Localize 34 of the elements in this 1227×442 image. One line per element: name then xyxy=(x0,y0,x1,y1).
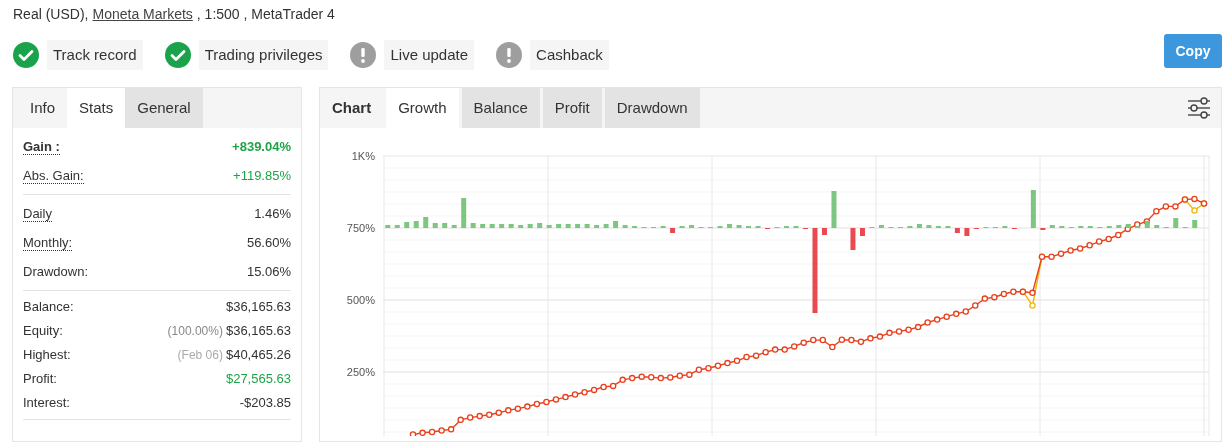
stat-value: $36,165.63 xyxy=(225,298,291,317)
axis-label: 250% xyxy=(346,366,375,379)
stat-value: $36,165.63 xyxy=(225,322,291,341)
axis-label: 1K% xyxy=(351,150,375,162)
stat-label: Highest: xyxy=(23,346,71,365)
stat-label: Gain : xyxy=(23,138,60,155)
panel-title: Chart xyxy=(331,97,373,118)
badge-label: Live update xyxy=(384,39,475,71)
stat-value: 56.60% xyxy=(246,233,291,252)
panel-title: Info xyxy=(29,97,57,118)
stat-label: Equity: xyxy=(23,322,63,341)
stat-value: 15.06% xyxy=(246,262,291,281)
stat-label: Daily xyxy=(23,205,52,222)
axis-label: 500% xyxy=(346,294,375,307)
badge-label: Cashback xyxy=(530,39,609,71)
stat-value: $27,565.63 xyxy=(225,370,291,389)
stat-value: -$203.85 xyxy=(239,394,291,413)
stat-label: Interest: xyxy=(23,394,70,413)
account-details: , 1:500 , MetaTrader 4 xyxy=(196,4,335,24)
account-type: Real (USD), xyxy=(13,4,89,24)
badge-label: Trading privileges xyxy=(198,39,329,71)
stat-label: Profit: xyxy=(23,370,57,389)
stat-note: (Feb 06) xyxy=(177,347,223,364)
stat-note: (100.00%) xyxy=(167,323,223,340)
stat-value: 1.46% xyxy=(254,204,291,223)
stat-value: +839.04% xyxy=(232,137,291,156)
stat-label: Abs. Gain: xyxy=(23,167,84,184)
badge-label: Track record xyxy=(47,39,143,71)
axis-label: 750% xyxy=(346,222,375,234)
stat-label: Drawdown: xyxy=(23,262,89,281)
stat-label: Balance: xyxy=(23,298,74,317)
stat-value: $40,465.26 xyxy=(225,346,291,365)
stat-value: +119.85% xyxy=(233,166,291,185)
stat-label: Monthly: xyxy=(23,234,73,251)
